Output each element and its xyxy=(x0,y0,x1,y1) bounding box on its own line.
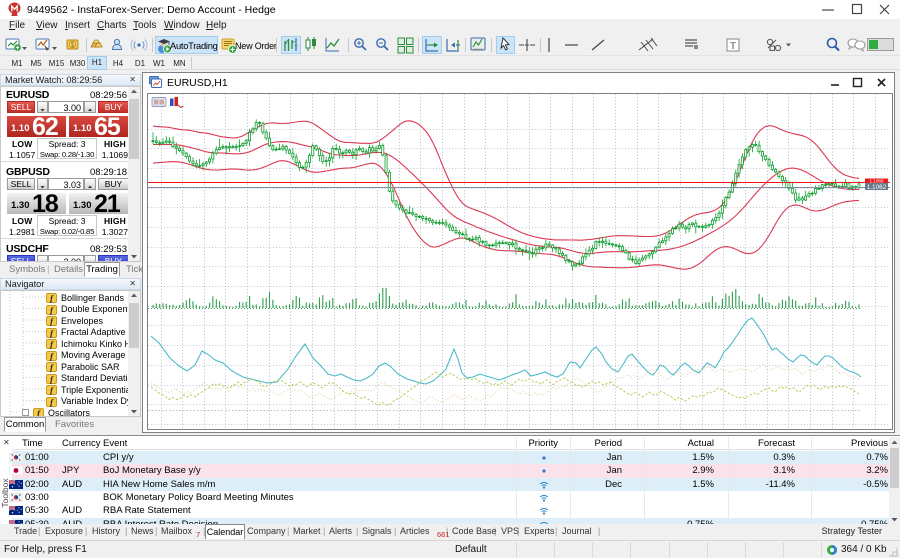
svg-text:1: 1 xyxy=(294,41,298,48)
svg-text:$: $ xyxy=(71,42,75,49)
svg-text:T: T xyxy=(730,41,736,51)
svg-text:1.1062: 1.1062 xyxy=(867,184,887,191)
